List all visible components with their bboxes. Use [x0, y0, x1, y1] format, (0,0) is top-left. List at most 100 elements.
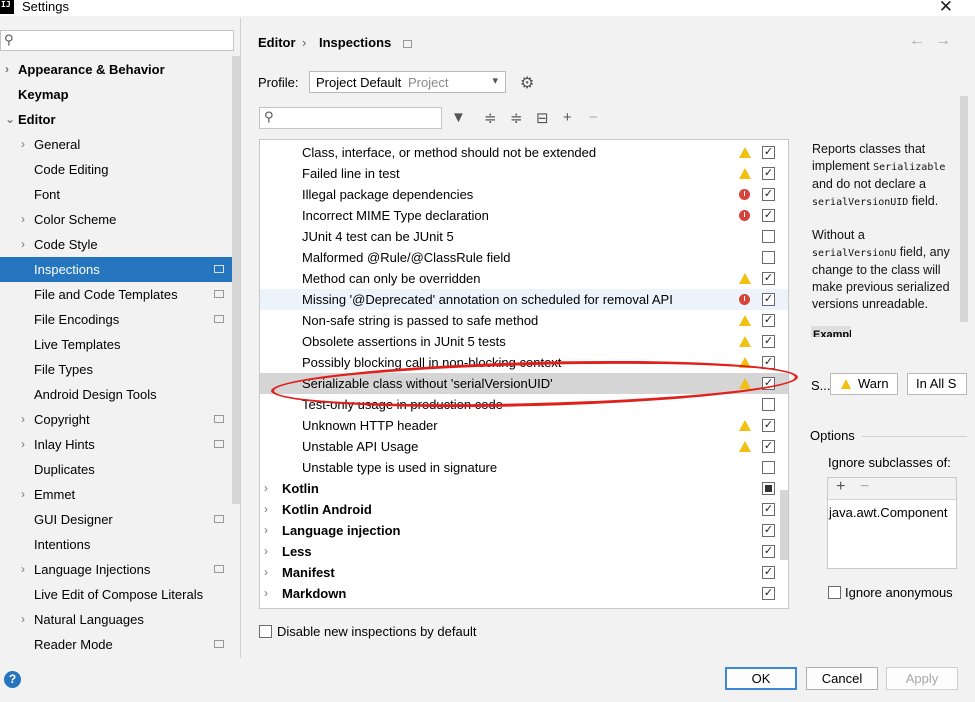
- inspection-search-input[interactable]: ⚲: [259, 107, 442, 129]
- back-arrow-icon[interactable]: ←: [909, 32, 925, 50]
- sidebar-item-live-edit-of-compose-literals[interactable]: Live Edit of Compose Literals: [0, 582, 232, 607]
- inspection-group-checkbox[interactable]: ✓: [762, 587, 775, 600]
- remove-icon[interactable]: −: [589, 109, 598, 126]
- chevron-right-icon[interactable]: ›: [264, 478, 268, 499]
- help-button[interactable]: ?: [4, 671, 21, 688]
- sidebar-item-gui-designer[interactable]: GUI Designer: [0, 507, 232, 532]
- sidebar-item-keymap[interactable]: Keymap: [0, 82, 232, 107]
- inspection-row[interactable]: Unknown HTTP header ✓: [260, 415, 788, 436]
- inspection-row[interactable]: Malformed @Rule/@ClassRule field: [260, 247, 788, 268]
- inspection-row[interactable]: Class, interface, or method should not b…: [260, 142, 788, 163]
- inspection-row[interactable]: Missing '@Deprecated' annotation on sche…: [260, 289, 788, 310]
- add-icon[interactable]: +: [563, 109, 572, 126]
- inspection-row[interactable]: Serializable class without 'serialVersio…: [260, 373, 788, 394]
- inspection-group-row[interactable]: › Markdown ✓: [260, 583, 788, 604]
- inspection-checkbox[interactable]: ✓: [762, 314, 775, 327]
- ok-button[interactable]: OK: [725, 667, 797, 690]
- expand-all-icon[interactable]: ≑: [484, 109, 497, 127]
- chevron-right-icon[interactable]: ›: [21, 207, 25, 232]
- inspection-row[interactable]: JUnit 4 test can be JUnit 5: [260, 226, 788, 247]
- sidebar-item-file-types[interactable]: File Types: [0, 357, 232, 382]
- sidebar-item-live-templates[interactable]: Live Templates: [0, 332, 232, 357]
- sidebar-item-inlay-hints[interactable]: › Inlay Hints: [0, 432, 232, 457]
- inspection-checkbox[interactable]: ✓: [762, 146, 775, 159]
- inspection-checkbox[interactable]: ✓: [762, 209, 775, 222]
- chevron-right-icon[interactable]: ›: [21, 407, 25, 432]
- chevron-right-icon[interactable]: ›: [264, 520, 268, 541]
- sidebar-item-language-injections[interactable]: › Language Injections: [0, 557, 232, 582]
- inspection-checkbox[interactable]: ✓: [762, 272, 775, 285]
- inspection-group-checkbox[interactable]: [762, 482, 775, 495]
- sidebar-item-android-design-tools[interactable]: Android Design Tools: [0, 382, 232, 407]
- sidebar-item-intentions[interactable]: Intentions: [0, 532, 232, 557]
- forward-arrow-icon[interactable]: →: [935, 32, 951, 50]
- sidebar-item-appearance-behavior[interactable]: › Appearance & Behavior: [0, 57, 232, 82]
- sidebar-item-file-encodings[interactable]: File Encodings: [0, 307, 232, 332]
- chevron-right-icon[interactable]: ›: [264, 583, 268, 604]
- apply-button[interactable]: Apply: [886, 667, 958, 690]
- inspection-checkbox[interactable]: [762, 398, 775, 411]
- reset-icon[interactable]: ⊟: [536, 109, 549, 127]
- sidebar-item-inspections[interactable]: Inspections: [0, 257, 232, 282]
- sidebar-item-general[interactable]: › General: [0, 132, 232, 157]
- inspection-checkbox[interactable]: ✓: [762, 419, 775, 432]
- inspection-group-checkbox[interactable]: ✓: [762, 524, 775, 537]
- chevron-right-icon[interactable]: ›: [21, 482, 25, 507]
- inspection-group-row[interactable]: › Kotlin: [260, 478, 788, 499]
- inspection-checkbox[interactable]: [762, 251, 775, 264]
- chevron-right-icon[interactable]: ›: [5, 57, 9, 82]
- inspection-checkbox[interactable]: ✓: [762, 293, 775, 306]
- profile-select[interactable]: Project Default Project ▾: [309, 71, 506, 93]
- chevron-right-icon[interactable]: ›: [264, 541, 268, 562]
- inspection-row[interactable]: Incorrect MIME Type declaration ✓: [260, 205, 788, 226]
- inspection-checkbox[interactable]: ✓: [762, 356, 775, 369]
- sidebar-item-file-and-code-templates[interactable]: File and Code Templates: [0, 282, 232, 307]
- inspection-row[interactable]: Failed line in test ✓: [260, 163, 788, 184]
- cancel-button[interactable]: Cancel: [806, 667, 878, 690]
- inspection-row[interactable]: Possibly blocking call in non-blocking c…: [260, 352, 788, 373]
- close-icon[interactable]: ✕: [939, 0, 953, 17]
- severity-dropdown[interactable]: Warn: [830, 373, 898, 395]
- settings-search-input[interactable]: ⚲: [0, 30, 234, 51]
- inspection-checkbox[interactable]: [762, 461, 775, 474]
- inspection-row[interactable]: Obsolete assertions in JUnit 5 tests ✓: [260, 331, 788, 352]
- chevron-right-icon[interactable]: ›: [21, 232, 25, 257]
- sidebar-item-code-editing[interactable]: Code Editing: [0, 157, 232, 182]
- inspection-row[interactable]: Unstable type is used in signature: [260, 457, 788, 478]
- inspection-group-checkbox[interactable]: ✓: [762, 566, 775, 579]
- inspection-checkbox[interactable]: [762, 230, 775, 243]
- inspection-group-checkbox[interactable]: ✓: [762, 545, 775, 558]
- sidebar-item-editor[interactable]: ⌄ Editor: [0, 107, 232, 132]
- chevron-right-icon[interactable]: ›: [21, 132, 25, 157]
- inspection-checkbox[interactable]: ✓: [762, 440, 775, 453]
- sidebar-item-emmet[interactable]: › Emmet: [0, 482, 232, 507]
- inspection-checkbox[interactable]: ✓: [762, 377, 775, 390]
- sidebar-scrollbar[interactable]: [232, 56, 240, 504]
- inspection-group-row[interactable]: › Kotlin Android ✓: [260, 499, 788, 520]
- chevron-right-icon[interactable]: ›: [21, 607, 25, 632]
- inspection-row[interactable]: Illegal package dependencies ✓: [260, 184, 788, 205]
- inspection-group-checkbox[interactable]: ✓: [762, 503, 775, 516]
- chevron-right-icon[interactable]: ›: [264, 499, 268, 520]
- chevron-down-icon[interactable]: ⌄: [5, 107, 15, 132]
- chevron-right-icon[interactable]: ›: [21, 557, 25, 582]
- sidebar-item-natural-languages[interactable]: › Natural Languages: [0, 607, 232, 632]
- inspection-row[interactable]: Unstable API Usage ✓: [260, 436, 788, 457]
- sidebar-item-code-style[interactable]: › Code Style: [0, 232, 232, 257]
- inspection-checkbox[interactable]: ✓: [762, 188, 775, 201]
- inspection-group-row[interactable]: › Language injection ✓: [260, 520, 788, 541]
- inspection-group-row[interactable]: › Manifest ✓: [260, 562, 788, 583]
- inspection-checkbox[interactable]: ✓: [762, 167, 775, 180]
- description-scrollbar[interactable]: [960, 96, 968, 322]
- add-subclass-button[interactable]: +: [836, 478, 845, 496]
- inspection-row[interactable]: Test-only usage in production code: [260, 394, 788, 415]
- breadcrumb-editor[interactable]: Editor: [258, 35, 296, 50]
- scope-dropdown[interactable]: In All S: [907, 373, 967, 395]
- gear-icon[interactable]: ⚙: [520, 73, 534, 93]
- ignore-anonymous-checkbox[interactable]: [828, 586, 841, 599]
- sidebar-item-reader-mode[interactable]: Reader Mode: [0, 632, 232, 657]
- remove-subclass-button[interactable]: −: [860, 478, 869, 496]
- collapse-all-icon[interactable]: ≑: [510, 109, 523, 127]
- disable-new-checkbox[interactable]: [259, 625, 272, 638]
- sidebar-item-copyright[interactable]: › Copyright: [0, 407, 232, 432]
